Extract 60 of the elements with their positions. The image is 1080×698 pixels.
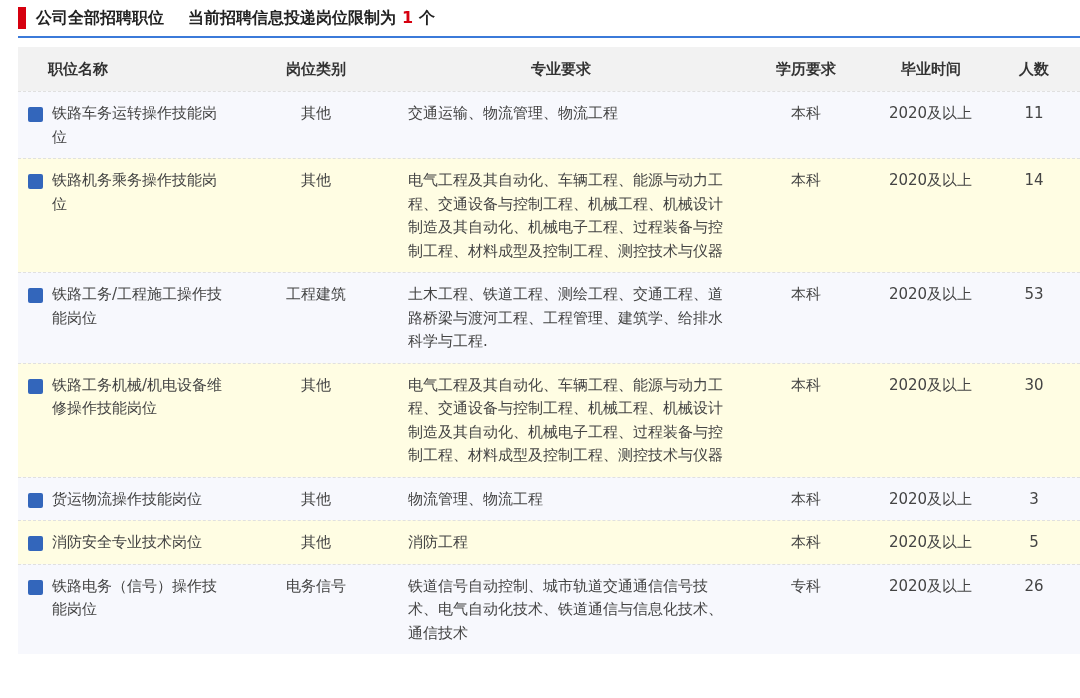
table-cell-text: 5 bbox=[1029, 532, 1039, 553]
table-cell-text: 物流管理、物流工程 bbox=[407, 488, 544, 510]
table-cell-text: 本科 bbox=[790, 374, 821, 396]
table-cell-text: 14 bbox=[1024, 170, 1044, 191]
table-cell-text: 53 bbox=[1024, 284, 1044, 305]
column-header: 职位名称 bbox=[47, 59, 109, 79]
table-cell-text: 消防工程 bbox=[407, 532, 469, 553]
limit-count: 1 bbox=[402, 7, 414, 29]
column-header: 学历要求 bbox=[774, 59, 837, 79]
square-icon bbox=[28, 579, 43, 595]
table-cell-text: 其他 bbox=[300, 170, 331, 191]
table-cell-text: 30 bbox=[1024, 374, 1044, 396]
table-cell-text: 26 bbox=[1024, 575, 1044, 597]
table-cell-text: 本科 bbox=[790, 284, 821, 305]
table-cell-text: 11 bbox=[1024, 103, 1044, 124]
table-cell-text: 铁路车务运转操作技能岗位 bbox=[52, 103, 218, 148]
section-title: 公司全部招聘职位 bbox=[36, 7, 164, 29]
table-cell-text: 2020及以上 bbox=[888, 374, 973, 396]
title-marker bbox=[18, 7, 26, 29]
table-cell-text: 2020及以上 bbox=[888, 532, 973, 553]
table-cell-text: 其他 bbox=[300, 532, 331, 553]
column-header: 专业要求 bbox=[529, 59, 592, 79]
table-cell-text: 2020及以上 bbox=[888, 103, 973, 124]
table-cell-text: 专科 bbox=[790, 575, 821, 597]
table-cell-text: 2020及以上 bbox=[888, 575, 973, 597]
square-icon bbox=[28, 107, 43, 122]
square-icon bbox=[28, 536, 43, 551]
table-cell-text: 货运物流操作技能岗位 bbox=[52, 488, 203, 510]
square-icon bbox=[28, 288, 43, 303]
table-cell-text: 本科 bbox=[790, 103, 821, 124]
table-cell-text: 铁路工务/工程施工操作技能岗位 bbox=[52, 284, 224, 329]
table-cell-text: 铁道信号自动控制、城市轨道交通通信信号技术、电气自动化技术、铁道通信与信息化技术、通信技术 bbox=[407, 575, 724, 644]
table-cell-text: 铁路机务乘务操作技能岗位 bbox=[52, 170, 218, 215]
square-icon bbox=[28, 378, 43, 394]
table-cell-text: 2020及以上 bbox=[888, 488, 973, 510]
table-cell-text: 铁路工务机械/机电设备维修操作技能岗位 bbox=[52, 374, 224, 419]
column-header: 人数 bbox=[1018, 59, 1050, 79]
table-cell-text: 其他 bbox=[300, 488, 331, 510]
table-cell-text: 2020及以上 bbox=[888, 170, 973, 191]
column-header: 岗位类别 bbox=[284, 59, 347, 79]
table-cell-text: 电务信号 bbox=[285, 575, 346, 597]
table-cell-text: 本科 bbox=[790, 532, 821, 553]
table-cell-text: 消防安全专业技术岗位 bbox=[52, 532, 203, 553]
table-cell-text: 电气工程及其自动化、车辆工程、能源与动力工程、交通设备与控制工程、机械工程、机械设计制造及其自动化、机械电子工程、过程装备与控制工程、材料成型及控制工程、测控技术与仪器 bbox=[407, 374, 724, 466]
table-cell-text: 3 bbox=[1029, 488, 1039, 510]
table-cell-text: 2020及以上 bbox=[888, 284, 973, 305]
limit-notice: 当前招聘信息投递岗位限制为 bbox=[188, 7, 396, 29]
table-cell-text: 电气工程及其自动化、车辆工程、能源与动力工程、交通设备与控制工程、机械工程、机械设计制造及其自动化、机械电子工程、过程装备与控制工程、材料成型及控制工程、测控技术与仪器 bbox=[407, 170, 724, 262]
table-cell-text: 铁路电务（信号）操作技能岗位 bbox=[52, 575, 218, 620]
square-icon bbox=[28, 492, 43, 508]
table-cell-text: 本科 bbox=[790, 170, 821, 191]
table-cell-text: 土木工程、铁道工程、测绘工程、交通工程、道路桥梁与渡河工程、工程管理、建筑学、给排水科学与工程. bbox=[407, 284, 724, 352]
table-cell-text: 其他 bbox=[300, 103, 331, 124]
square-icon bbox=[28, 174, 43, 189]
table-cell-text: 工程建筑 bbox=[285, 284, 346, 305]
column-header: 毕业时间 bbox=[899, 59, 962, 79]
table-cell-text: 本科 bbox=[790, 488, 821, 510]
table-cell-text: 其他 bbox=[300, 374, 331, 396]
table-cell-text: 交通运输、物流管理、物流工程 bbox=[407, 103, 619, 124]
limit-unit: 个 bbox=[419, 7, 436, 29]
